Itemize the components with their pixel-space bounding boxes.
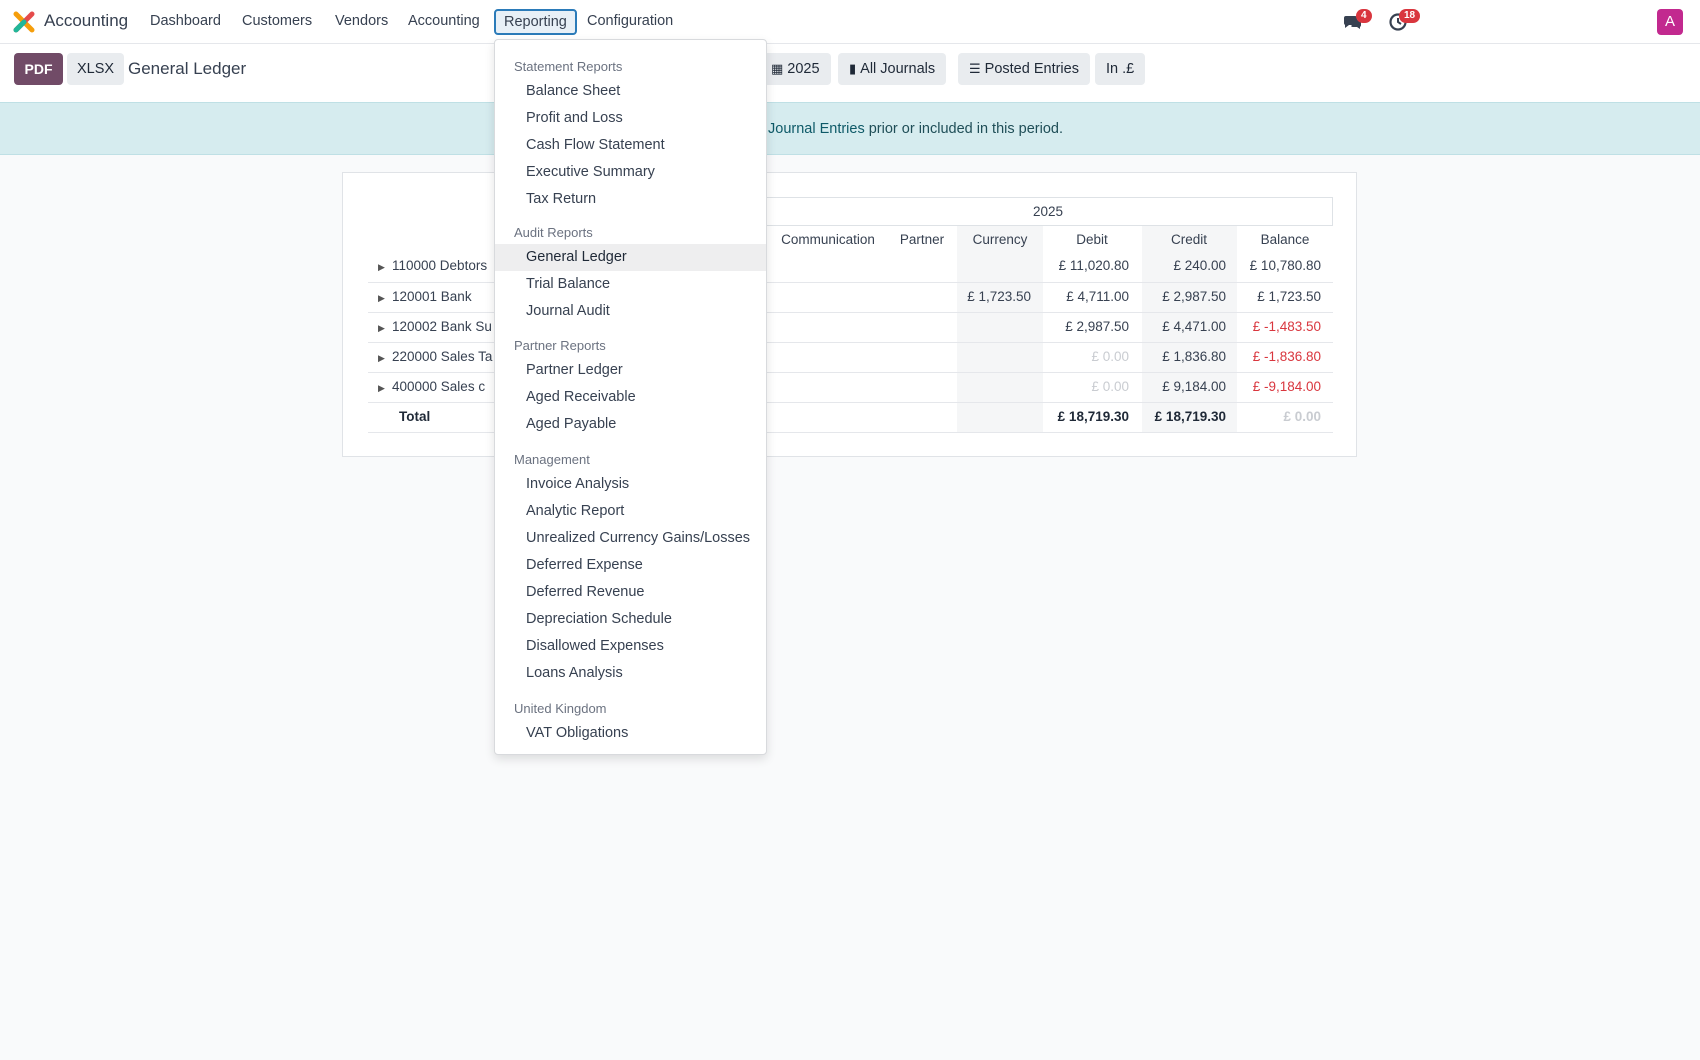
menu-cash-flow-statement[interactable]: Cash Flow Statement [526,137,665,153]
col-currency: Currency [972,232,1028,247]
cell-debit[interactable]: £ 4,711.00 [1066,289,1129,304]
total-debit: £ 18,719.30 [1057,409,1129,424]
col-debit: Debit [1076,232,1108,247]
cell-credit[interactable]: £ 240.00 [1173,258,1226,273]
menu-partner-ledger[interactable]: Partner Ledger [526,362,623,378]
entries-filter-button[interactable]: ☰ Posted Entries [958,53,1090,85]
reporting-dropdown-menu: Statement Reports Balance Sheet Profit a… [494,39,767,755]
entries-filter-label: Posted Entries [984,61,1079,77]
currency-filter-button[interactable]: In .£ [1095,53,1146,85]
menu-journal-audit[interactable]: Journal Audit [526,303,610,319]
total-credit: £ 18,719.30 [1154,409,1226,424]
menu-trial-balance[interactable]: Trial Balance [526,276,610,292]
banner-text-rest: prior or included in this period. [864,121,1063,137]
nav-configuration[interactable]: Configuration [587,13,673,29]
cell-credit[interactable]: £ 9,184.00 [1162,379,1226,394]
col-balance: Balance [1260,232,1310,247]
col-credit: Credit [1170,232,1207,247]
nav-reporting[interactable]: Reporting [494,9,577,35]
account-row-120002[interactable]: ▶ 120002 Bank Su [378,319,492,334]
sliders-icon: ☰ [969,61,981,76]
menu-disallowed-expenses[interactable]: Disallowed Expenses [526,638,664,654]
menu-depreciation-schedule[interactable]: Depreciation Schedule [526,611,672,627]
section-united-kingdom: United Kingdom [514,701,607,716]
chat-badge: 4 [1356,9,1372,23]
currency-filter-label: In .£ [1106,61,1135,77]
col-partner: Partner [899,232,945,247]
menu-vat-obligations[interactable]: VAT Obligations [526,725,628,741]
total-balance: £ 0.00 [1283,409,1321,424]
section-management: Management [514,452,590,467]
nav-vendors[interactable]: Vendors [335,13,388,29]
pdf-button[interactable]: PDF [14,53,63,85]
xlsx-button[interactable]: XLSX [67,53,124,85]
section-audit-reports: Audit Reports [514,225,593,240]
menu-deferred-revenue[interactable]: Deferred Revenue [526,584,645,600]
menu-invoice-analysis[interactable]: Invoice Analysis [526,476,629,492]
expand-caret-icon[interactable]: ▶ [378,323,392,334]
nav-customers[interactable]: Customers [242,13,312,29]
nav-dashboard[interactable]: Dashboard [150,13,221,29]
cell-debit[interactable]: £ 11,020.80 [1059,258,1129,273]
journals-filter-label: All Journals [860,61,936,77]
control-panel: PDF XLSX General Ledger ▦ 2025 ▮ All Journ… [0,44,1700,102]
user-avatar[interactable]: A [1657,9,1683,35]
account-name: 120001 Bank [392,289,472,304]
cell-credit[interactable]: £ 4,471.00 [1162,319,1226,334]
app-name[interactable]: Accounting [44,11,128,31]
total-label: Total [399,409,431,424]
section-partner-reports: Partner Reports [514,338,606,353]
col-communication: Communication [781,232,875,247]
cell-balance: £ 1,723.50 [1257,289,1321,304]
account-row-110000[interactable]: ▶ 110000 Debtors [378,258,487,273]
cell-balance: £ -1,483.50 [1252,319,1321,334]
calendar-icon: ▦ [771,61,784,76]
cell-debit[interactable]: £ 0.00 [1091,349,1129,364]
expand-caret-icon[interactable]: ▶ [378,293,392,304]
menu-aged-payable[interactable]: Aged Payable [526,416,616,432]
account-name: 220000 Sales Ta [392,349,493,364]
account-row-400000[interactable]: ▶ 400000 Sales c [378,379,485,394]
cell-balance: £ -9,184.00 [1252,379,1321,394]
period-column-header: 2025 [763,197,1333,226]
journal-entries-link[interactable]: Journal Entries [768,121,865,137]
cell-balance: £ -1,836.80 [1252,349,1321,364]
top-navbar: Accounting Dashboard Customers Vendors A… [0,0,1700,44]
cell-debit[interactable]: £ 2,987.50 [1065,319,1129,334]
account-name: 400000 Sales c [392,379,486,394]
cell-balance: £ 10,780.80 [1249,258,1321,273]
book-icon: ▮ [849,61,857,76]
menu-deferred-expense[interactable]: Deferred Expense [526,557,643,573]
menu-tax-return[interactable]: Tax Return [526,191,596,207]
cell-debit[interactable]: £ 0.00 [1091,379,1129,394]
journals-filter-button[interactable]: ▮ All Journals [838,53,947,85]
app-logo-icon[interactable] [13,11,35,33]
menu-balance-sheet[interactable]: Balance Sheet [526,83,620,99]
period-filter-button[interactable]: ▦ 2025 [760,53,831,85]
menu-unrealized-currency[interactable]: Unrealized Currency Gains/Losses [526,530,750,546]
menu-analytic-report[interactable]: Analytic Report [526,503,624,519]
info-banner: Journal Entries prior or included in thi… [0,102,1700,155]
section-statement-reports: Statement Reports [514,59,623,74]
account-row-220000[interactable]: ▶ 220000 Sales Ta [378,349,492,364]
cell-currency: £ 1,723.50 [967,289,1031,304]
expand-caret-icon[interactable]: ▶ [378,262,392,273]
menu-loans-analysis[interactable]: Loans Analysis [526,665,623,681]
account-name: 120002 Bank Su [392,319,492,334]
menu-profit-and-loss[interactable]: Profit and Loss [526,110,623,126]
menu-executive-summary[interactable]: Executive Summary [526,164,655,180]
cell-credit[interactable]: £ 1,836.80 [1162,349,1226,364]
expand-caret-icon[interactable]: ▶ [378,383,392,394]
page-title: General Ledger [128,59,247,78]
banner-text: Journal Entries prior or included in thi… [768,121,1063,137]
activity-badge: 18 [1399,9,1421,23]
cell-credit[interactable]: £ 2,987.50 [1162,289,1226,304]
period-filter-label: 2025 [787,61,820,77]
account-name: 110000 Debtors [392,258,488,273]
nav-accounting[interactable]: Accounting [408,13,480,29]
menu-aged-receivable[interactable]: Aged Receivable [526,389,636,405]
menu-general-ledger[interactable]: General Ledger [526,249,627,265]
expand-caret-icon[interactable]: ▶ [378,353,392,364]
account-row-120001[interactable]: ▶ 120001 Bank [378,289,472,304]
